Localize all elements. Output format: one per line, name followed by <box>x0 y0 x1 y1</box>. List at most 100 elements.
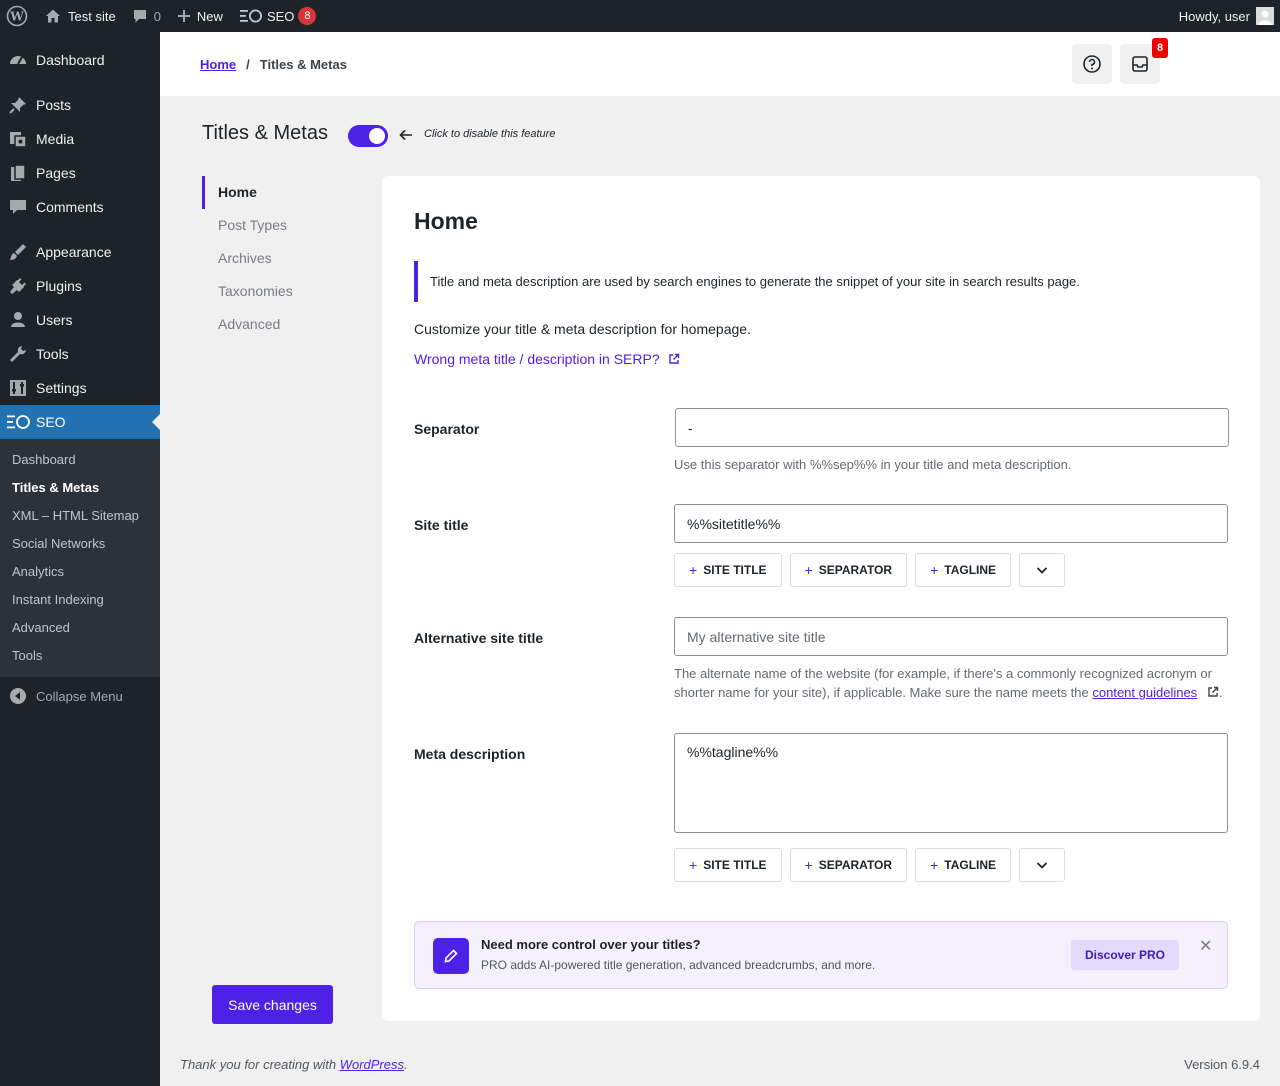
section-nav-post-types[interactable]: Post Types <box>202 209 362 242</box>
insert-tagline-button[interactable]: + TAGLINE <box>915 848 1012 882</box>
pushpin-icon <box>8 95 28 115</box>
user-greeting: Howdy, user <box>1178 8 1250 24</box>
user-account-menu[interactable]: Howdy, user <box>1179 7 1280 25</box>
separator-label: Separator <box>414 421 480 437</box>
sidebar-item-comments[interactable]: Comments <box>0 190 160 224</box>
seo-logo-icon <box>6 412 32 432</box>
sidebar-item-label: Media <box>36 131 75 147</box>
card-title: Home <box>414 208 478 234</box>
plus-icon: + <box>804 857 813 873</box>
breadcrumb-separator: / <box>246 56 250 72</box>
feature-toggle[interactable] <box>348 125 388 147</box>
more-variables-button[interactable] <box>1019 553 1066 587</box>
sidebar-item-users[interactable]: Users <box>0 303 160 337</box>
footer-thanks-text: Thank you for creating with <box>180 1057 337 1072</box>
plus-icon <box>177 9 191 23</box>
comment-icon <box>132 8 148 24</box>
home-icon <box>44 7 62 25</box>
insert-site-title-button[interactable]: + SITE TITLE <box>674 553 782 587</box>
submenu-item-instant-indexing[interactable]: Instant Indexing <box>0 586 160 614</box>
more-variables-button[interactable] <box>1019 848 1066 882</box>
wordpress-logo-icon: W <box>6 5 28 27</box>
dashboard-icon <box>8 50 28 70</box>
tag-label: SITE TITLE <box>703 858 767 872</box>
insert-tagline-button[interactable]: + TAGLINE <box>915 553 1012 587</box>
alt-desc-end: . <box>1218 685 1223 700</box>
sidebar-item-label: Appearance <box>36 244 112 260</box>
meta-description-label: Meta description <box>414 746 526 762</box>
alt-site-title-input[interactable]: My alternative site title <box>674 617 1228 656</box>
settings-card: Home Title and meta description are used… <box>382 176 1260 1021</box>
site-title-tag-buttons: + SITE TITLE + SEPARATOR + TAGLINE <box>674 553 1066 587</box>
insert-separator-button[interactable]: + SEPARATOR <box>789 848 908 882</box>
sidebar-item-plugins[interactable]: Plugins <box>0 269 160 303</box>
seo-adminbar-link[interactable]: SEO 8 <box>231 0 324 32</box>
arrow-left-icon <box>399 128 413 142</box>
close-icon[interactable]: ✕ <box>1199 936 1212 956</box>
comments-link[interactable]: 0 <box>124 0 169 32</box>
submenu-item-advanced[interactable]: Advanced <box>0 614 160 642</box>
site-name: Test site <box>68 8 116 24</box>
help-button[interactable] <box>1072 44 1112 84</box>
wordpress-logo-button[interactable]: W <box>0 0 36 32</box>
sidebar-item-posts[interactable]: Posts <box>0 88 160 122</box>
settings-sliders-icon <box>8 378 28 398</box>
sidebar-item-seo[interactable]: SEO <box>0 405 160 439</box>
tag-label: SITE TITLE <box>703 563 767 577</box>
sidebar-item-media[interactable]: Media <box>0 122 160 156</box>
svg-text:W: W <box>9 10 24 24</box>
section-nav-advanced[interactable]: Advanced <box>202 308 362 341</box>
sidebar-item-dashboard[interactable]: Dashboard <box>0 43 160 77</box>
wordpress-link[interactable]: WordPress <box>340 1057 404 1072</box>
serp-help-link[interactable]: Wrong meta title / description in SERP? <box>414 351 680 367</box>
meta-description-textarea[interactable]: %%tagline%% <box>674 733 1228 833</box>
section-nav-home[interactable]: Home <box>202 176 362 209</box>
seo-submenu: Dashboard Titles & Metas XML – HTML Site… <box>0 439 160 677</box>
submenu-item-sitemap[interactable]: XML – HTML Sitemap <box>0 502 160 530</box>
alt-site-title-label: Alternative site title <box>414 630 544 646</box>
discover-pro-button[interactable]: Discover PRO <box>1071 940 1179 970</box>
plus-icon: + <box>930 857 939 873</box>
help-icon <box>1082 54 1102 74</box>
submenu-item-tools[interactable]: Tools <box>0 642 160 670</box>
section-nav-taxonomies[interactable]: Taxonomies <box>202 275 362 308</box>
separator-input[interactable]: - <box>675 408 1229 447</box>
footer-thanks-end: . <box>404 1057 408 1072</box>
submenu-item-social-networks[interactable]: Social Networks <box>0 530 160 558</box>
separator-value: - <box>688 419 693 436</box>
sidebar-item-label: Users <box>36 312 73 328</box>
insert-site-title-button[interactable]: + SITE TITLE <box>674 848 782 882</box>
collapse-menu-button[interactable]: Collapse Menu <box>0 679 160 713</box>
collapse-arrow-icon <box>8 686 28 706</box>
new-content-button[interactable]: New <box>169 0 231 32</box>
plus-icon: + <box>930 562 939 578</box>
content-guidelines-link[interactable]: content guidelines <box>1092 685 1197 700</box>
submenu-item-analytics[interactable]: Analytics <box>0 558 160 586</box>
intro-text: Customize your title & meta description … <box>414 321 751 337</box>
save-changes-button[interactable]: Save changes <box>212 985 333 1024</box>
submenu-item-titles-metas[interactable]: Titles & Metas <box>0 474 160 502</box>
site-name-link[interactable]: Test site <box>36 0 124 32</box>
footer-version: Version 6.9.4 <box>1184 1057 1260 1072</box>
plugin-header: Home / Titles & Metas 8 <box>160 32 1280 96</box>
breadcrumb-home-link[interactable]: Home <box>200 57 236 72</box>
users-icon <box>8 310 28 330</box>
sidebar-item-tools[interactable]: Tools <box>0 337 160 371</box>
promo-text: PRO adds AI-powered title generation, ad… <box>481 958 876 972</box>
sidebar-item-appearance[interactable]: Appearance <box>0 235 160 269</box>
section-nav-archives[interactable]: Archives <box>202 242 362 275</box>
notifications-badge: 8 <box>1152 38 1168 58</box>
site-title-input[interactable]: %%sitetitle%% <box>674 504 1228 543</box>
sidebar-item-settings[interactable]: Settings <box>0 371 160 405</box>
comment-icon <box>8 197 28 217</box>
alt-site-title-placeholder: My alternative site title <box>687 628 826 645</box>
notice-text: Title and meta description are used by s… <box>430 274 1080 289</box>
seo-notification-badge: 8 <box>298 7 317 25</box>
notifications-button[interactable]: 8 <box>1120 38 1168 84</box>
plug-icon <box>8 276 28 296</box>
submenu-item-dashboard[interactable]: Dashboard <box>0 446 160 474</box>
meta-description-value: %%tagline%% <box>687 744 779 760</box>
insert-separator-button[interactable]: + SEPARATOR <box>789 553 908 587</box>
sidebar-item-label: Posts <box>36 97 72 113</box>
sidebar-item-pages[interactable]: Pages <box>0 156 160 190</box>
